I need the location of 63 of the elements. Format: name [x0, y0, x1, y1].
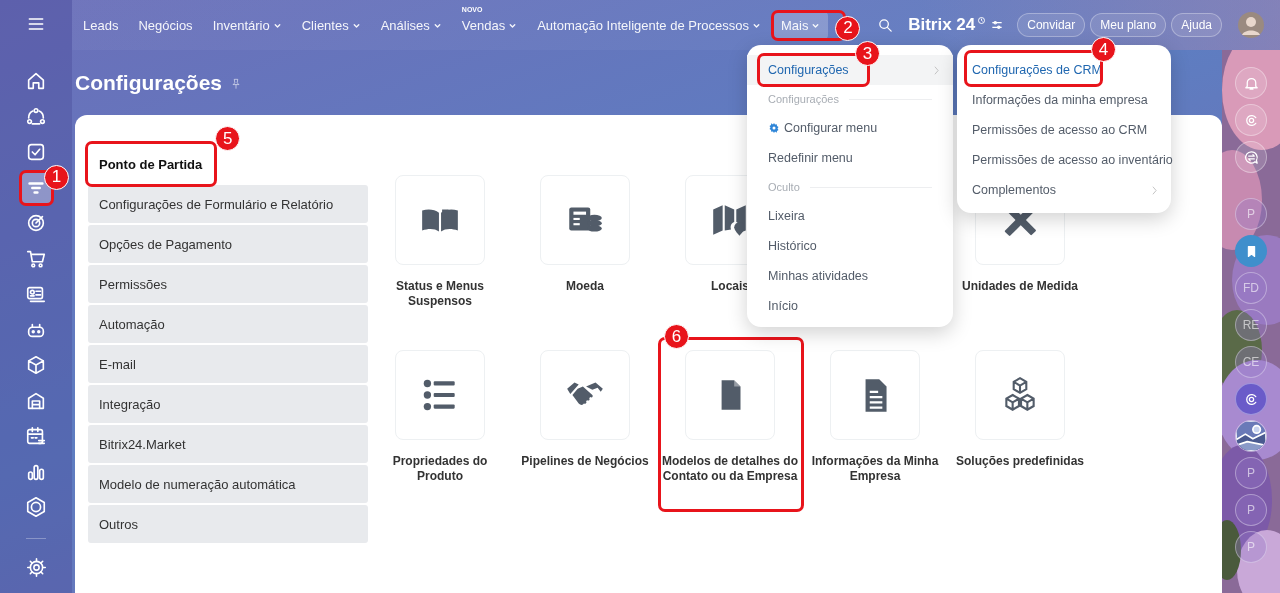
- settings-tile[interactable]: [540, 175, 630, 265]
- settings-tile[interactable]: [830, 350, 920, 440]
- home-icon: [25, 70, 47, 92]
- menu-item[interactable]: Histórico: [747, 231, 953, 261]
- nav-tab[interactable]: Clientes: [293, 11, 369, 39]
- tile-label: Status e Menus Suspensos: [395, 279, 485, 309]
- settings-menu-item[interactable]: Bitrix24.Market: [88, 425, 368, 463]
- search-icon[interactable]: [877, 16, 895, 34]
- cube-icon: [25, 354, 47, 376]
- submenu-item[interactable]: Permissões de acesso ao inventário: [957, 145, 1171, 175]
- step-badge: 4: [1091, 37, 1116, 62]
- circle-nodes-icon: [25, 105, 47, 128]
- submenu-item[interactable]: Permissões de acesso ao CRM: [957, 115, 1171, 145]
- tile-label: Moeda: [565, 279, 605, 294]
- settings-tile[interactable]: [540, 350, 630, 440]
- settings-menu-item[interactable]: Opções de Pagamento: [88, 225, 368, 263]
- settings-tile[interactable]: [395, 350, 485, 440]
- nav-tab[interactable]: Automação Inteligente de Processos: [529, 11, 769, 39]
- step-badge: 6: [664, 324, 689, 349]
- logo: Bitrix 24: [908, 15, 976, 35]
- settings-menu-item[interactable]: Configurações de Formulário e Relatório: [88, 185, 368, 223]
- settings-menu-item[interactable]: Permissões: [88, 265, 368, 303]
- settings-tile[interactable]: [395, 175, 485, 265]
- tile-label: Locais: [710, 279, 750, 294]
- submenu-item[interactable]: Informações da minha empresa: [957, 85, 1171, 115]
- settings-tile[interactable]: [685, 350, 775, 440]
- hexagon-icon: [25, 496, 47, 518]
- step-badge: 2: [835, 15, 861, 41]
- menu-item[interactable]: Início: [747, 291, 953, 321]
- menu-item[interactable]: Lixeira: [747, 201, 953, 231]
- nav-tab[interactable]: Negócios: [130, 11, 201, 39]
- step-badge: 5: [215, 126, 241, 151]
- settings-tile[interactable]: [975, 350, 1065, 440]
- target-icon: [25, 212, 47, 234]
- tile-label: Unidades de Medida: [961, 279, 1079, 294]
- page-title: Configurações: [75, 71, 223, 95]
- menu-item[interactable]: Configurar menu: [747, 113, 953, 143]
- nav-tab[interactable]: Análises: [372, 11, 450, 39]
- clock-icon: [977, 15, 987, 25]
- tile-label: Informações da Minha Empresa: [810, 454, 940, 484]
- settings-menu-item[interactable]: Modelo de numeração automática: [88, 465, 368, 503]
- menu-section-label: Oculto: [768, 181, 800, 193]
- nav-tab[interactable]: Vendas: [453, 11, 526, 39]
- settings-menu-item[interactable]: E-mail: [88, 345, 368, 383]
- settings-icon: [25, 557, 47, 578]
- menu-item[interactable]: Redefinir menu: [747, 143, 953, 173]
- tile-label: Modelos de detalhes do Contato ou da Empresa: [661, 454, 799, 484]
- settings-menu-item[interactable]: Integração: [88, 385, 368, 423]
- nav-tab[interactable]: Inventário: [204, 11, 290, 39]
- nav-tab[interactable]: Leads: [75, 11, 127, 39]
- settings-menu-item[interactable]: Outros: [88, 505, 368, 543]
- step-badge: 1: [44, 164, 69, 190]
- menu-item[interactable]: Minhas atividades: [747, 261, 953, 291]
- sliders-icon[interactable]: [990, 18, 1005, 32]
- submenu-item[interactable]: Complementos: [957, 175, 1171, 205]
- menu-section-label: Configurações: [768, 93, 839, 105]
- checkbox-icon: [25, 141, 47, 163]
- settings-icon: [768, 122, 780, 134]
- settings-menu-item[interactable]: Automação: [88, 305, 368, 343]
- calendar-icon: [25, 425, 47, 447]
- tile-label: Pipelines de Negócios: [520, 454, 650, 469]
- tile-label: Propriedades do Produto: [391, 454, 489, 484]
- tile-label: Soluções predefinidas: [954, 454, 1085, 469]
